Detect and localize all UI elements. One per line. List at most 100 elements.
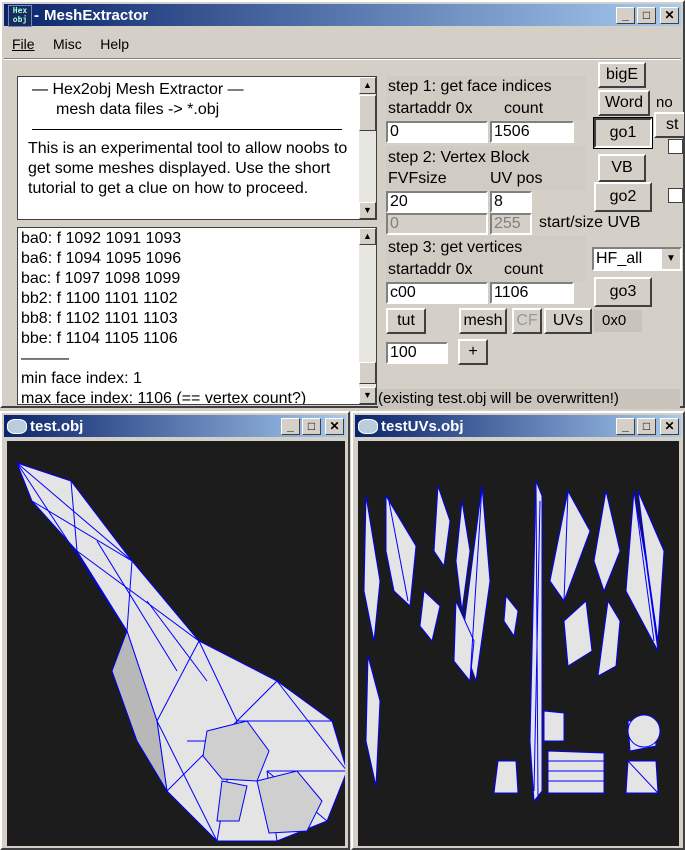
step2-fvf-input[interactable]: 20: [386, 191, 488, 213]
testuvs-obj-title: testUVs.obj: [381, 418, 464, 435]
maximize-button[interactable]: □: [637, 418, 656, 435]
menu-help[interactable]: Help: [100, 36, 129, 52]
step3-addr-label: startaddr 0x: [388, 261, 473, 278]
window-icon: [358, 419, 378, 434]
log-line: ba6: f 1094 1095 1096: [21, 250, 182, 267]
cf-button[interactable]: CF: [512, 308, 542, 334]
maximize-button[interactable]: □: [637, 7, 656, 24]
info-divider: [32, 129, 342, 130]
menu-file[interactable]: File: [12, 36, 35, 52]
log-line: bb8: f 1102 1101 1103: [21, 310, 178, 327]
main-titlebar[interactable]: Hex obj - MeshExtractor _ □ ✕: [4, 4, 681, 27]
log-line: max face index: 1106 (== vertex count?): [21, 390, 307, 405]
main-window: Hex obj - MeshExtractor _ □ ✕ File Misc …: [0, 0, 685, 409]
close-icon: ✕: [329, 419, 340, 433]
testuvs-obj-titlebar[interactable]: testUVs.obj _ □ ✕: [355, 415, 681, 437]
step1-panel: step 1: get face indices startaddr 0x co…: [386, 76, 586, 120]
close-icon: ✕: [664, 8, 675, 22]
step3-panel: step 3: get vertices startaddr 0x count: [386, 236, 586, 282]
minimize-icon: _: [622, 8, 629, 22]
close-icon: ✕: [664, 419, 675, 433]
log-line: bbe: f 1104 1105 1106: [21, 330, 178, 347]
scroll-up-icon[interactable]: ▲: [359, 228, 376, 245]
step3-count-label: count: [504, 261, 544, 278]
minimize-button[interactable]: _: [616, 7, 635, 24]
minimize-icon: _: [622, 419, 629, 433]
menu-misc[interactable]: Misc: [53, 36, 82, 52]
partial-checkbox-2[interactable]: [668, 188, 683, 203]
maximize-button[interactable]: □: [302, 418, 321, 435]
mesh-viewport[interactable]: [7, 441, 345, 846]
step1-addr-input[interactable]: 0: [386, 121, 488, 143]
app-title-prefix: -: [34, 7, 39, 24]
plus-button[interactable]: +: [458, 339, 488, 365]
test-obj-titlebar[interactable]: test.obj _ □ ✕: [4, 415, 346, 437]
hf-select[interactable]: HF_all ▼: [592, 247, 682, 271]
bigE-button[interactable]: bigE: [598, 62, 646, 88]
step3-addr-input[interactable]: c00: [386, 282, 488, 304]
maximize-icon: □: [307, 419, 316, 433]
testuvs-obj-window: testUVs.obj _ □ ✕: [351, 411, 685, 850]
step2-panel: step 2: Vertex Block FVFsize UV pos: [386, 146, 586, 190]
overwrite-note: (existing test.obj will be overwritten!): [378, 389, 680, 409]
go3-button[interactable]: go3: [594, 277, 652, 307]
info-scrollbar[interactable]: ▲ ▼: [359, 77, 376, 219]
scroll-down-icon[interactable]: ▼: [359, 202, 376, 219]
go2-button[interactable]: go2: [594, 182, 652, 212]
step1-count-input[interactable]: 1506: [490, 121, 574, 143]
log-line: bac: f 1097 1098 1099: [21, 270, 181, 287]
scroll-up-icon[interactable]: ▲: [359, 77, 376, 94]
log-scrollbar[interactable]: ▲ ▼: [359, 228, 376, 404]
uvb-start-input[interactable]: 0: [386, 213, 488, 235]
test-obj-window: test.obj _ □ ✕: [0, 411, 350, 850]
scroll-thumb[interactable]: [359, 95, 376, 131]
step2-uv-input[interactable]: 8: [490, 191, 532, 213]
partial-button[interactable]: st: [654, 112, 684, 138]
mesh-button[interactable]: mesh: [459, 308, 507, 334]
uv-viewport[interactable]: [358, 441, 679, 846]
info-line1: — Hex2obj Mesh Extractor —: [32, 81, 244, 98]
uvs-button[interactable]: UVs: [544, 308, 592, 334]
log-textarea[interactable]: ba0: f 1092 1091 1093 ba6: f 1094 1095 1…: [17, 227, 377, 405]
partial-checkbox-1[interactable]: [668, 139, 683, 154]
step1-addr-label: startaddr 0x: [388, 100, 473, 117]
scroll-down-icon[interactable]: ▼: [359, 387, 376, 404]
minimize-button[interactable]: _: [281, 418, 300, 435]
info-textarea[interactable]: — Hex2obj Mesh Extractor — mesh data fil…: [17, 76, 377, 220]
step1-title: step 1: get face indices: [388, 78, 552, 95]
window-icon: [7, 419, 27, 434]
step1-count-label: count: [504, 100, 544, 117]
step2-title: step 2: Vertex Block: [388, 149, 530, 166]
app-icon[interactable]: Hex obj: [8, 5, 32, 27]
uvb-size-input[interactable]: 255: [490, 213, 532, 235]
go1-button[interactable]: go1: [593, 117, 653, 149]
app-icon-text-top: Hex: [12, 6, 28, 15]
word-button[interactable]: Word: [598, 90, 650, 116]
scroll-thumb[interactable]: [359, 362, 376, 384]
chevron-down-icon[interactable]: ▼: [661, 249, 680, 269]
menu-bar: File Misc Help: [12, 36, 143, 54]
maximize-icon: □: [642, 419, 651, 433]
minimize-icon: _: [287, 419, 294, 433]
log-line: ba0: f 1092 1091 1093: [21, 230, 182, 247]
close-button[interactable]: ✕: [660, 7, 679, 24]
log-line: bb2: f 1100 1101 1102: [21, 290, 178, 307]
vb-button[interactable]: VB: [598, 154, 646, 182]
mesh-render: [16, 462, 345, 842]
close-button[interactable]: ✕: [325, 418, 344, 435]
log-line: min face index: 1: [21, 370, 142, 387]
uvb-label: start/size UVB: [539, 214, 641, 231]
uv-render: [363, 480, 665, 803]
close-button[interactable]: ✕: [660, 418, 679, 435]
minimize-button[interactable]: _: [616, 418, 635, 435]
test-obj-title: test.obj: [30, 418, 84, 435]
menu-divider: [4, 58, 681, 60]
step3-count-input[interactable]: 1106: [490, 282, 574, 304]
info-line2: mesh data files -> *.obj: [56, 101, 220, 118]
log-line: ———: [21, 350, 69, 367]
tut-button[interactable]: tut: [386, 308, 426, 334]
zoom-input[interactable]: 100: [386, 342, 448, 364]
app-title: MeshExtractor: [44, 7, 149, 24]
step3-title: step 3: get vertices: [388, 239, 523, 256]
app-icon-text-bottom: obj: [12, 15, 28, 24]
